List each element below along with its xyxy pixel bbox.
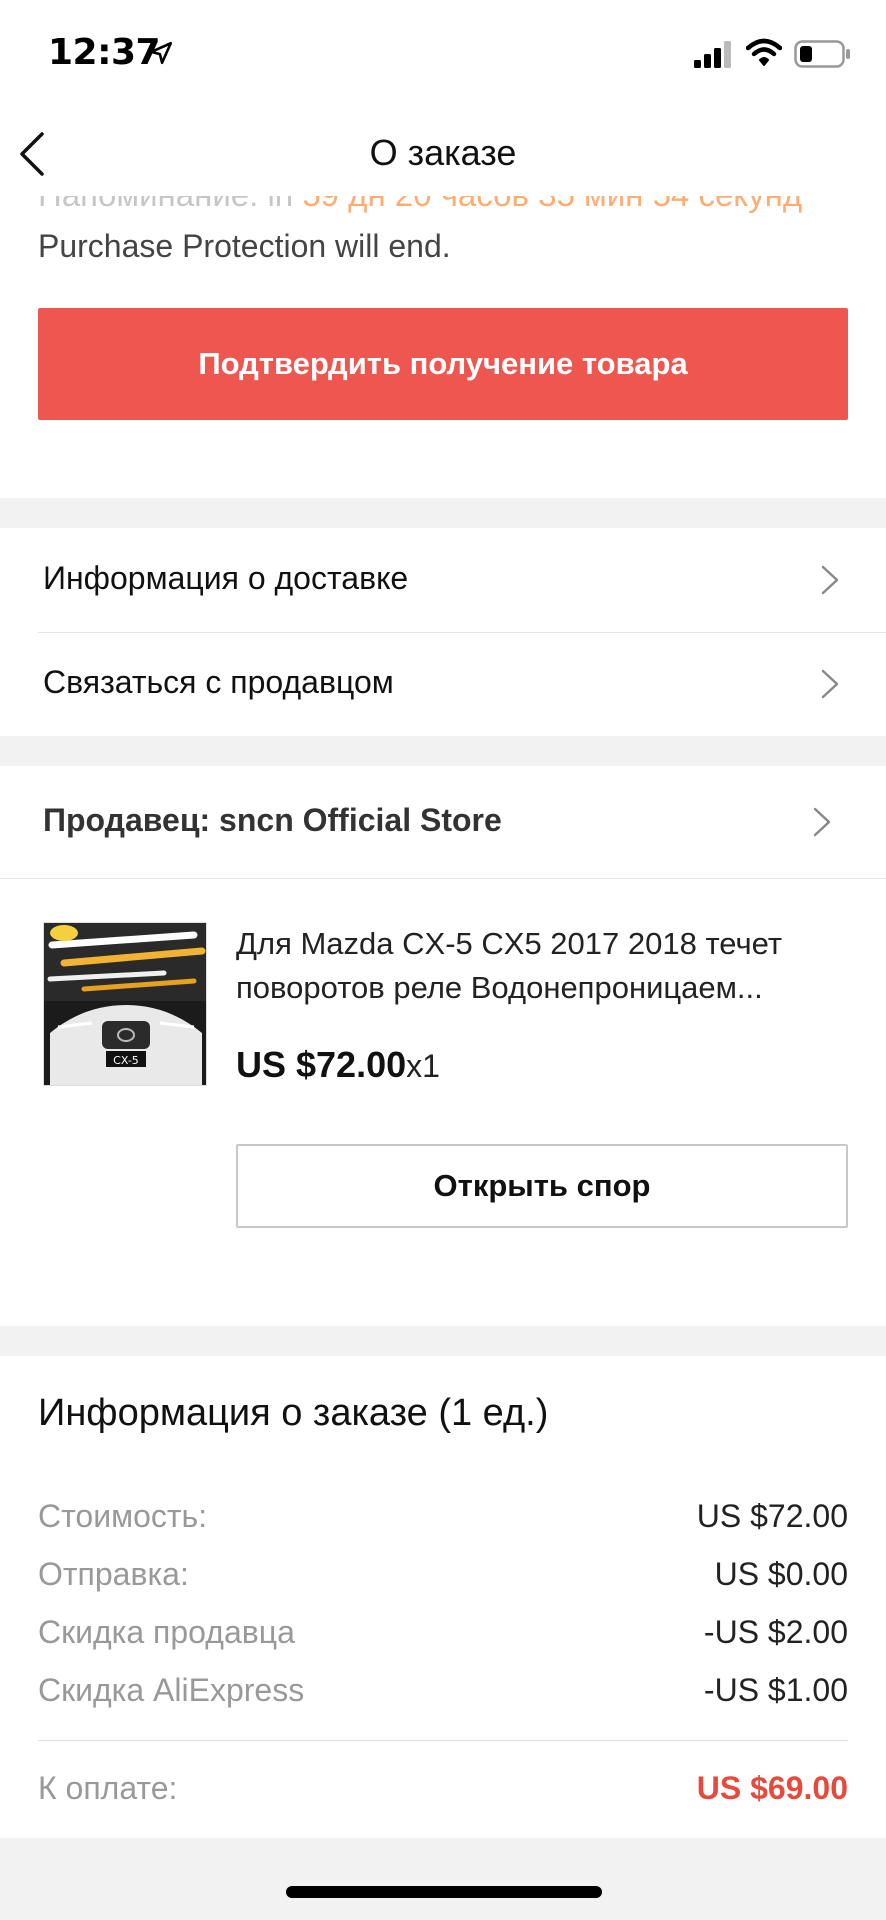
product-title[interactable]: Для Mazda CX-5 CX5 2017 2018 течет повор… (236, 922, 846, 1010)
product-image-badge: CX-5 (113, 1054, 139, 1067)
order-total-value: US $69.00 (696, 1770, 848, 1806)
product-price: US $72.00 (236, 1044, 407, 1085)
product-image[interactable]: CX-5 (43, 922, 207, 1086)
menu-item-label: Связаться с продавцом (43, 664, 394, 700)
nav-bar: О заказе (0, 110, 886, 196)
chevron-right-icon (813, 807, 831, 837)
order-info-section: Информация о заказе (1 ед.) Стоимость: U… (0, 1356, 886, 1838)
order-total-divider (38, 1740, 848, 1741)
order-row-label: Стоимость: (38, 1498, 208, 1534)
battery-icon (794, 40, 850, 68)
menu-item-contact-seller[interactable]: Связаться с продавцом (38, 632, 886, 736)
wifi-icon (746, 38, 782, 66)
product-price-line: US $72.00x1 (236, 1044, 440, 1086)
order-row-label: Отправка: (38, 1556, 189, 1592)
order-menu: Информация о доставке Связаться с продав… (0, 528, 886, 736)
protection-end-text: Purchase Protection will end. (38, 228, 451, 264)
reminder-countdown: 59 дн 20 часов 35 мин 54 секунд (302, 196, 802, 213)
order-row-label: Скидка AliExpress (38, 1672, 305, 1708)
confirm-receipt-button[interactable]: Подтвердить получение товара (38, 308, 848, 420)
seller-row[interactable]: Продавец: sncn Official Store (0, 766, 886, 878)
order-row-label: Скидка продавца (38, 1614, 295, 1650)
order-row-cost: Стоимость: US $72.00 (38, 1498, 848, 1542)
page-title: О заказе (369, 132, 517, 173)
status-bar: 12:37 (0, 0, 886, 110)
open-dispute-button[interactable]: Открыть спор (236, 1144, 848, 1228)
order-row-seller-discount: Скидка продавца -US $2.00 (38, 1614, 848, 1658)
location-arrow-icon (149, 41, 173, 65)
seller-divider (0, 878, 886, 879)
menu-item-delivery-info[interactable]: Информация о доставке (38, 528, 886, 632)
signal-icon (694, 41, 731, 68)
order-row-value: US $0.00 (714, 1556, 848, 1592)
order-row-total: К оплате: US $69.00 (38, 1770, 848, 1814)
order-info-title: Информация о заказе (1 ед.) (38, 1392, 549, 1434)
seller-name: Продавец: sncn Official Store (43, 802, 502, 838)
order-row-value: US $72.00 (696, 1498, 848, 1534)
menu-item-label: Информация о доставке (43, 560, 409, 596)
store-section: Продавец: sncn Official Store CX-5 Для M… (0, 766, 886, 1326)
order-row-shipping: Отправка: US $0.00 (38, 1556, 848, 1600)
order-row-aliexpress-discount: Скидка AliExpress -US $1.00 (38, 1672, 848, 1716)
status-time: 12:37 (48, 32, 161, 73)
product-quantity: x1 (406, 1048, 440, 1084)
protection-reminder: Напоминание: in 59 дн 20 часов 35 мин 54… (38, 196, 858, 214)
reminder-prefix: Напоминание: in (38, 196, 302, 213)
order-row-value: -US $2.00 (703, 1614, 848, 1650)
home-indicator[interactable] (286, 1886, 602, 1898)
chevron-right-icon (821, 669, 839, 699)
order-total-label: К оплате: (38, 1770, 178, 1806)
car-light-picture: CX-5 (44, 923, 206, 1085)
protection-section: Напоминание: in 59 дн 20 часов 35 мин 54… (0, 196, 886, 498)
chevron-right-icon (821, 565, 839, 595)
order-row-value: -US $1.00 (703, 1672, 848, 1708)
